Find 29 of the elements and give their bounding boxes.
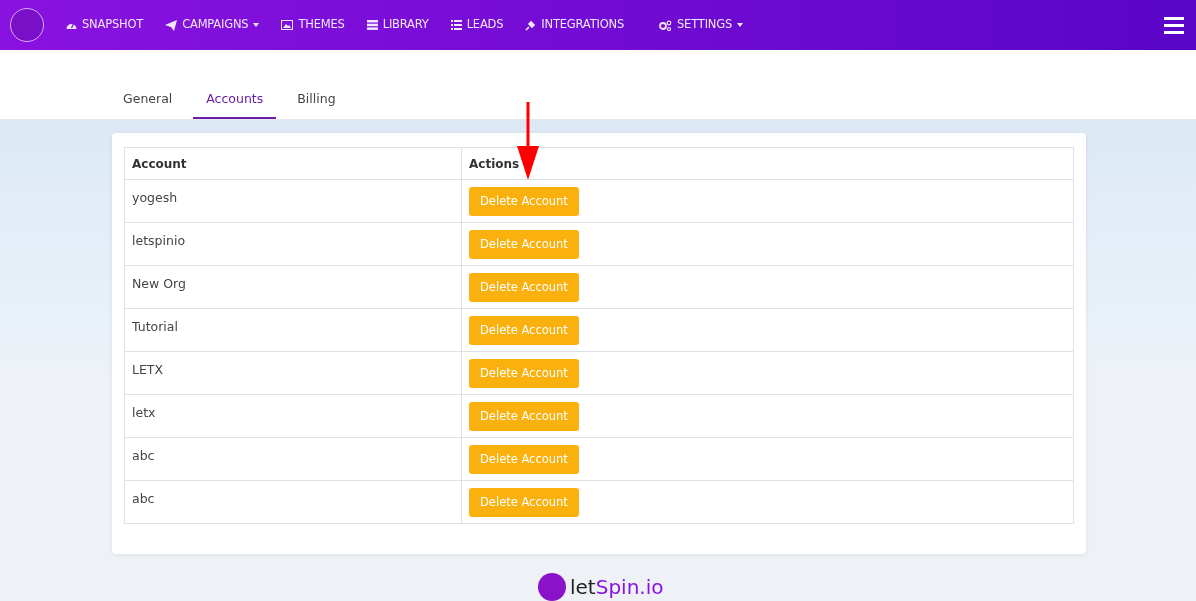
logo-icon[interactable] (10, 8, 44, 42)
nav-link[interactable]: CAMPAIGNS (165, 16, 260, 34)
menu-icon[interactable] (1164, 16, 1184, 34)
tab[interactable]: General (110, 90, 186, 119)
table-cell: abc (124, 437, 462, 481)
nav-link[interactable]: THEMES (281, 16, 345, 34)
table-cell: abc (124, 480, 462, 524)
nav-link[interactable]: SETTINGS (659, 16, 744, 34)
nav-link[interactable]: SNAPSHOT (66, 16, 144, 34)
table-cell: New Org (124, 265, 462, 309)
nav-link[interactable]: LEADS (450, 16, 504, 34)
column-header: Account (124, 147, 462, 180)
table-cell: yogesh (124, 179, 462, 223)
nav-link[interactable]: LIBRARY (366, 16, 429, 34)
plug-icon (525, 19, 537, 31)
logo-icon (538, 573, 566, 601)
tab[interactable]: Billing (284, 90, 349, 119)
table-cell: LETX (124, 351, 462, 395)
table-cell: letspinio (124, 222, 462, 266)
image-icon (281, 20, 294, 30)
column-header: Actions (461, 147, 1074, 180)
table-cell: letx (124, 394, 462, 438)
list-icon (450, 20, 462, 30)
logo-text: letSpin.io (570, 574, 664, 601)
table-cell: Tutorial (124, 308, 462, 352)
gears-icon (659, 19, 672, 31)
nav-link[interactable]: INTEGRATIONS (525, 16, 624, 34)
paper-plane-icon (165, 19, 178, 31)
stack-icon (366, 20, 378, 30)
